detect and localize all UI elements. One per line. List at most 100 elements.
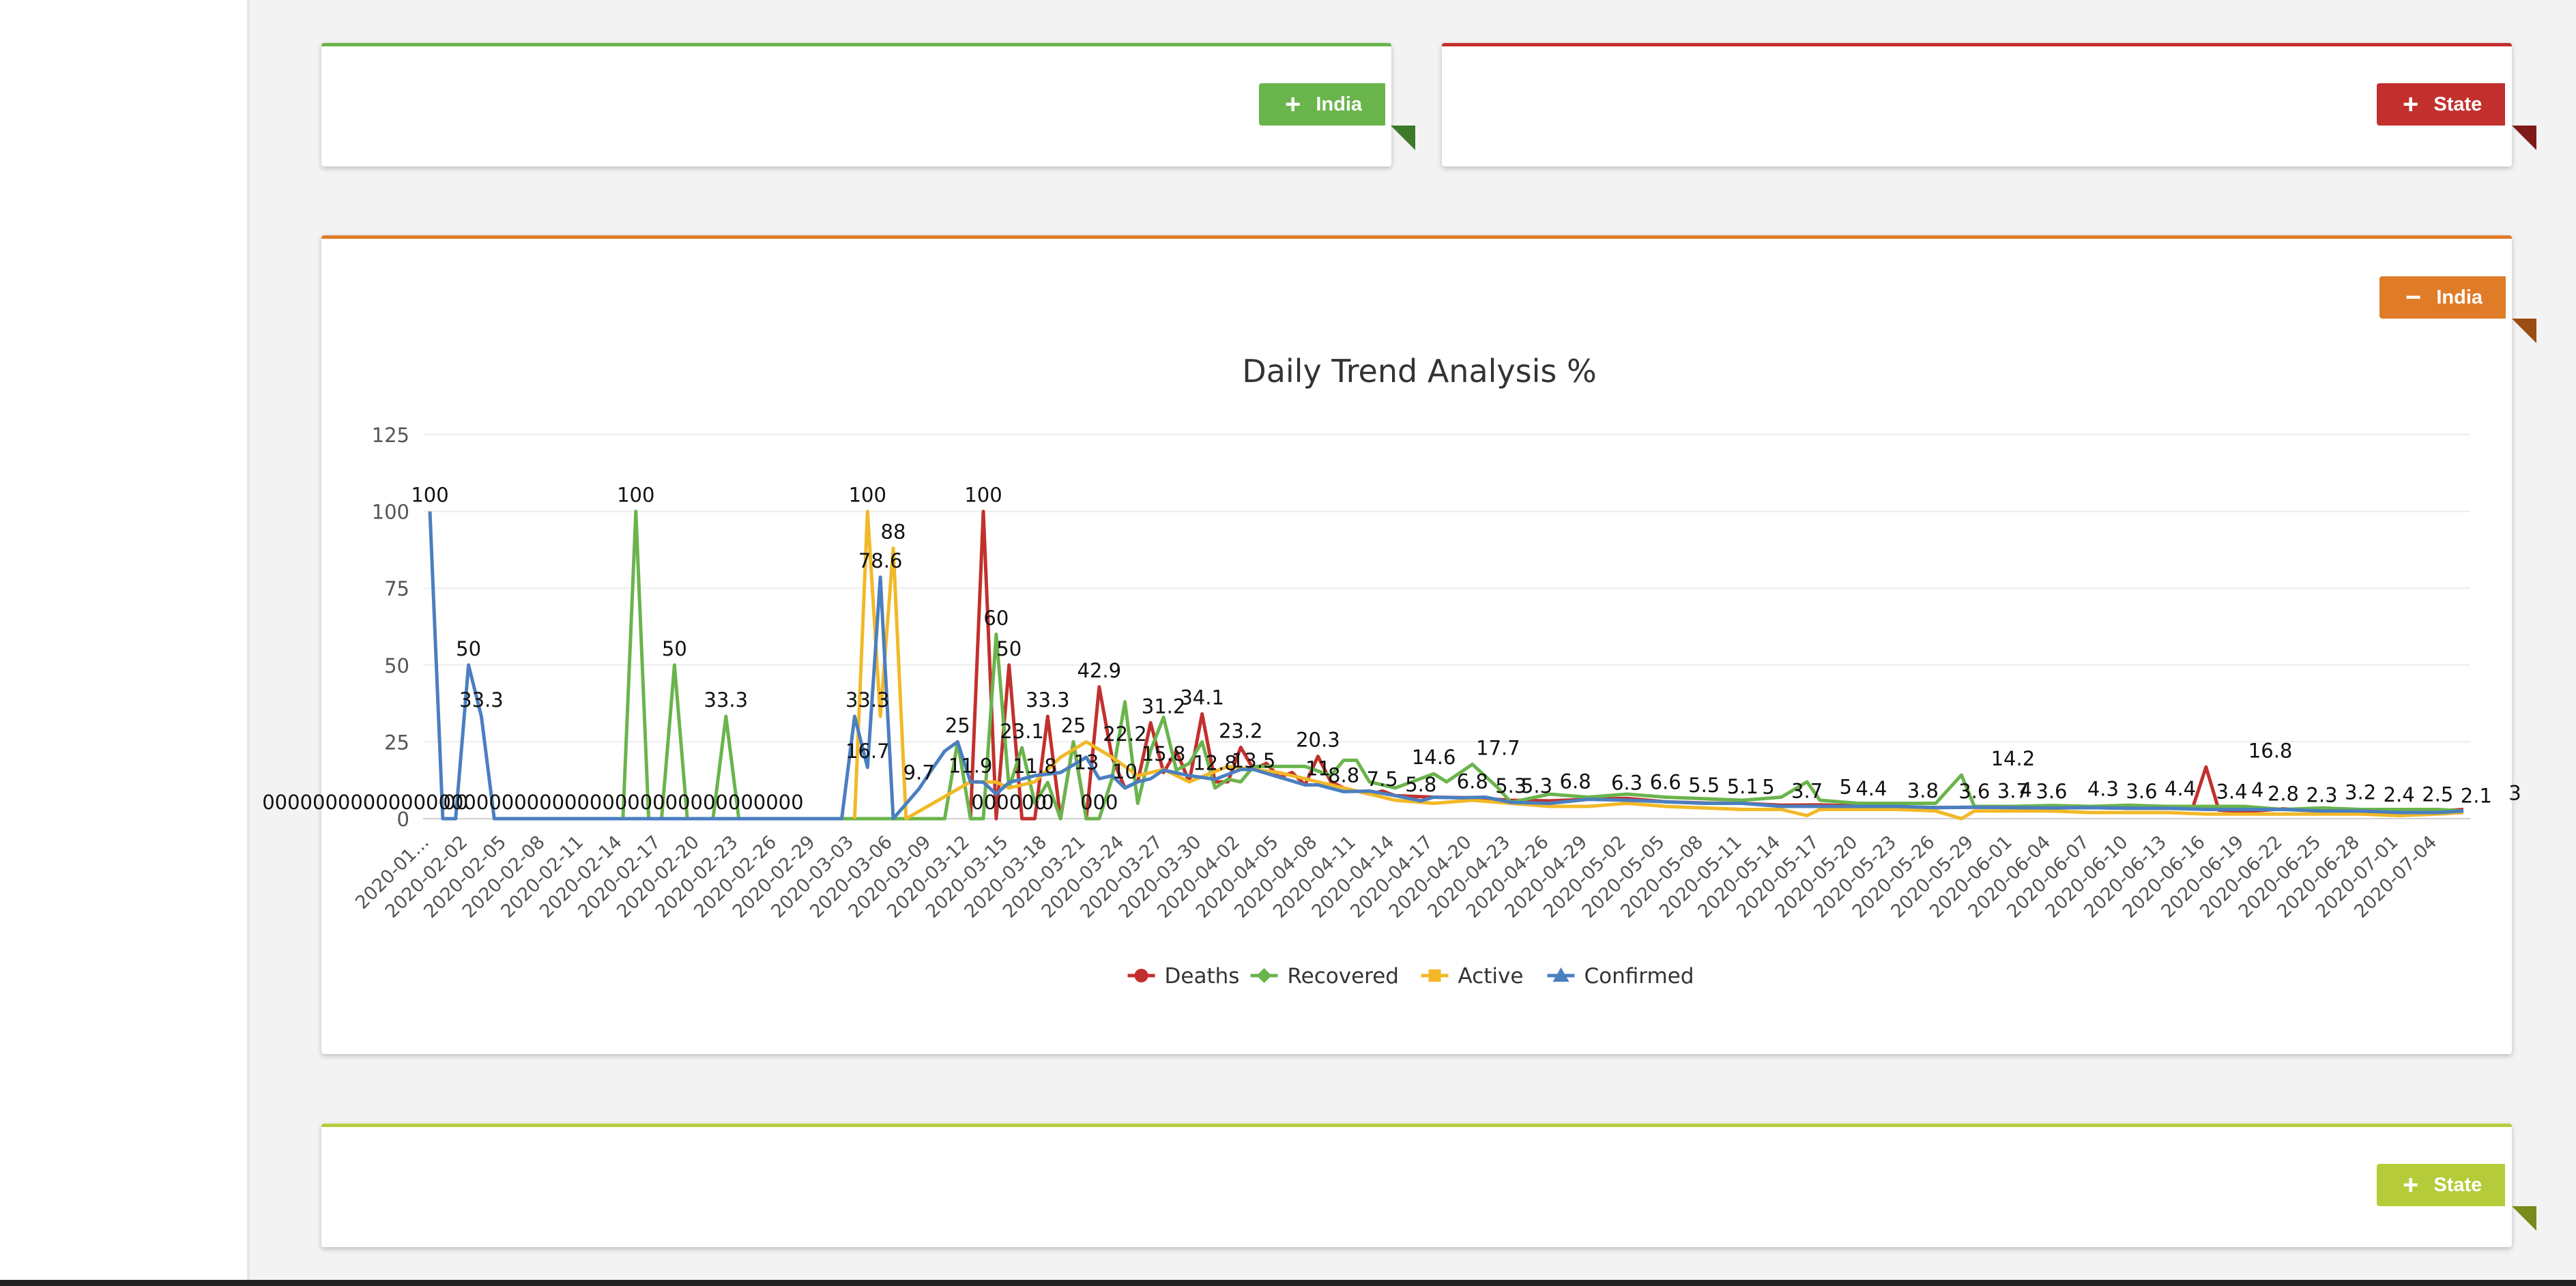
left-sidebar — [0, 0, 250, 1286]
ribbon-fold — [2512, 1206, 2536, 1231]
data-label: 3.4 — [2216, 780, 2247, 804]
data-label: 11 — [1305, 757, 1331, 780]
data-label: 3.7 — [1791, 779, 1823, 802]
y-tick-label: 75 — [384, 577, 409, 600]
legend-label: Active — [1458, 964, 1524, 989]
data-label: 25 — [945, 714, 970, 737]
data-label: 5.3 — [1521, 774, 1552, 798]
data-label: 33.3 — [704, 688, 749, 712]
data-label: 5 — [1839, 775, 1851, 798]
daily-trend-chart: Daily Trend Analysis % 0 25 50 75 100 125 202… — [262, 353, 2521, 989]
data-label: 13.5 — [1232, 749, 1276, 772]
data-label: 23.1 — [1000, 720, 1044, 743]
data-label: 0 — [1041, 791, 1054, 814]
data-label: 0000000000000000000000000000000000000000… — [262, 791, 803, 814]
data-label: 33.3 — [1026, 688, 1070, 712]
data-labels: 100005033.300000000000000000000000000000… — [262, 484, 2521, 814]
data-label: 5.8 — [1405, 773, 1436, 796]
data-label: 000000 — [971, 791, 1047, 814]
data-label: 6.3 — [1611, 772, 1642, 795]
y-tick-label: 100 — [372, 501, 409, 524]
circle-marker-icon — [1134, 969, 1148, 982]
state-toggle-button[interactable]: + State — [2377, 83, 2506, 126]
chart-title: Daily Trend Analysis % — [1242, 353, 1596, 390]
data-label: 25 — [1061, 714, 1086, 737]
data-label: 3 — [2508, 781, 2521, 804]
data-label: 20.3 — [1296, 729, 1340, 752]
data-label: 100 — [849, 484, 886, 507]
x-axis: 2020-01...2020-02-022020-02-052020-02-08… — [351, 832, 2441, 922]
taskbar-strip — [0, 1280, 2576, 1286]
state-button-label: State — [2433, 1173, 2483, 1196]
legend-item-deaths: Deaths — [1127, 964, 1240, 989]
data-label: 10 — [1112, 760, 1138, 783]
data-label: 8.8 — [1328, 763, 1359, 787]
data-label: 5 — [1762, 775, 1774, 798]
data-label: 000 — [1080, 791, 1118, 814]
data-label: 15.8 — [1142, 742, 1186, 765]
data-label: 60 — [983, 607, 1009, 630]
data-label: 42.9 — [1077, 659, 1121, 682]
data-label: 3.6 — [2126, 780, 2157, 803]
legend-item-active: Active — [1421, 964, 1524, 989]
data-label: 2.8 — [2268, 782, 2299, 805]
plus-icon: + — [2403, 1170, 2419, 1200]
data-label: 4 — [2251, 778, 2263, 802]
data-label: 6.8 — [1560, 770, 1591, 793]
plus-icon: + — [2403, 89, 2419, 119]
data-label: 31.2 — [1142, 695, 1186, 718]
data-label: 4.4 — [1855, 777, 1887, 800]
data-label: 12.8 — [1193, 751, 1237, 774]
data-label: 9.7 — [903, 761, 935, 784]
data-label: 50 — [456, 637, 481, 660]
ribbon-fold — [2512, 126, 2536, 150]
data-label: 4.4 — [2165, 777, 2196, 800]
data-label: 3.2 — [2345, 781, 2376, 804]
legend-item-recovered: Recovered — [1250, 964, 1399, 989]
data-label: 11.9 — [949, 754, 993, 777]
data-label: 5.1 — [1727, 775, 1759, 798]
state-toggle-button[interactable]: + State — [2377, 1164, 2506, 1206]
data-label: 100 — [964, 484, 1002, 507]
data-label: 4.3 — [2087, 778, 2119, 801]
legend-item-confirmed: Confirmed — [1547, 964, 1694, 989]
data-label: 3.6 — [1958, 780, 1990, 803]
data-label: 4 — [2020, 778, 2032, 802]
data-label: 6.6 — [1650, 770, 1681, 793]
data-label: 50 — [996, 637, 1022, 660]
plus-icon: + — [1285, 89, 1301, 119]
data-label: 6.8 — [1457, 770, 1488, 793]
data-label: 13 — [1073, 750, 1099, 774]
data-label: 16.8 — [2248, 739, 2293, 762]
data-label: 16.7 — [845, 740, 890, 763]
y-tick-label: 25 — [384, 731, 409, 754]
data-label: 7.5 — [1367, 768, 1398, 791]
data-label: 17.7 — [1476, 736, 1520, 759]
data-label: 88 — [881, 521, 906, 544]
data-label: 34.1 — [1180, 686, 1224, 709]
panel-india-top — [321, 43, 1391, 166]
data-label: 100 — [617, 484, 654, 507]
data-label: 100 — [411, 484, 448, 507]
legend-label: Deaths — [1165, 964, 1240, 989]
data-label: 2.3 — [2306, 784, 2337, 807]
panel-state-bottom — [321, 1124, 2512, 1247]
y-tick-label: 125 — [372, 424, 409, 447]
india-button-label: India — [1316, 93, 1363, 115]
data-label: 2.4 — [2384, 783, 2415, 806]
data-label: 78.6 — [858, 549, 903, 572]
legend-label: Recovered — [1288, 964, 1399, 989]
data-label: 14.6 — [1412, 746, 1456, 769]
data-label: 5.5 — [1688, 774, 1720, 797]
data-label: 23.2 — [1219, 720, 1263, 743]
data-label: 3.8 — [1907, 779, 1939, 802]
data-label: 33.3 — [845, 688, 890, 712]
data-label: 33.3 — [459, 688, 504, 712]
y-axis: 0255075100125 — [372, 424, 409, 831]
chart-legend: Deaths Recovered Active Confirmed — [1127, 964, 1694, 989]
india-toggle-button[interactable]: + India — [1259, 83, 1386, 126]
diamond-marker-icon — [1256, 968, 1272, 983]
data-label: 22.2 — [1103, 722, 1147, 746]
data-label: 2.1 — [2461, 785, 2492, 808]
data-label: 50 — [662, 637, 687, 660]
